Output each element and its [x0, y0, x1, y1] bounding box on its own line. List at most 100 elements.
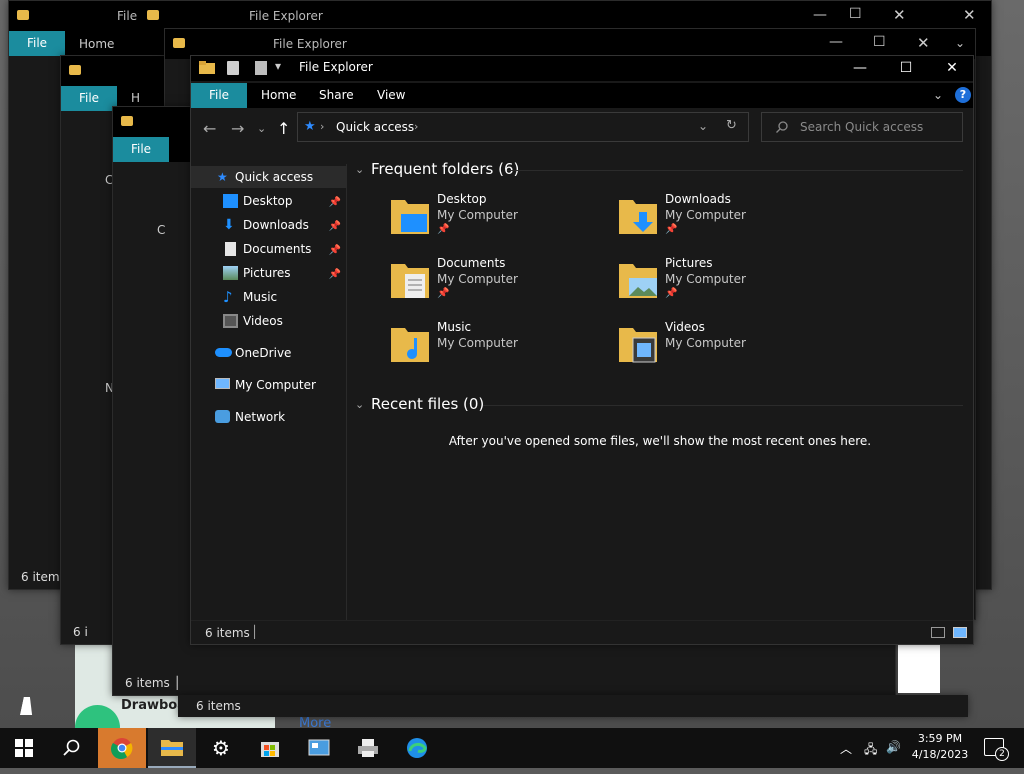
maximize-button[interactable]: ☐ — [883, 56, 929, 81]
nav-label: Music — [243, 290, 278, 304]
minimize-icon[interactable]: — — [813, 7, 827, 23]
pin-icon[interactable]: 📌 — [329, 216, 341, 238]
pin-icon[interactable]: 📌 — [329, 264, 341, 286]
ribbon: File Home Share View ⌄ ? — [191, 83, 973, 108]
chrome-taskbar-button[interactable] — [98, 728, 146, 768]
star-icon: ★ — [217, 170, 228, 184]
pin-icon[interactable]: 📌 — [329, 240, 341, 262]
back-button[interactable]: ← — [203, 119, 216, 138]
new-folder-icon[interactable] — [255, 61, 267, 75]
maximize-icon[interactable]: ☐ — [849, 6, 862, 22]
folder-tile-documents[interactable]: Documents My Computer 📌 — [391, 256, 611, 312]
chevron-down-icon[interactable]: ⌄ — [698, 119, 708, 133]
window-title-fragment: File — [117, 9, 138, 23]
recent-locations-chevron-icon[interactable]: ⌄ — [257, 122, 266, 135]
tab-file[interactable]: File — [191, 83, 247, 108]
network-status-icon[interactable]: 🖧 — [864, 740, 877, 761]
desktop-folder-icon — [391, 200, 429, 234]
address-bar[interactable]: ★ › Quick access › ⌄ ↻ — [297, 112, 749, 142]
nav-network[interactable]: Network — [191, 406, 347, 428]
search-button[interactable] — [48, 728, 96, 768]
maximize-icon[interactable]: ☐ — [873, 34, 886, 50]
nav-onedrive[interactable]: OneDrive — [191, 342, 347, 364]
folder-name: Documents — [437, 256, 506, 270]
folder-tile-videos[interactable]: Videos My Computer — [619, 320, 839, 376]
tab-home[interactable]: Home — [261, 83, 296, 108]
printer-taskbar-button[interactable] — [344, 728, 392, 768]
folder-name: Downloads — [665, 192, 731, 206]
clock-time: 3:59 PM — [917, 732, 963, 745]
close-button[interactable]: ✕ — [929, 56, 973, 81]
control-panel-taskbar-button[interactable] — [295, 728, 343, 768]
folder-icon — [17, 10, 29, 20]
volume-icon[interactable]: 🔊 — [886, 740, 901, 754]
navigation-pane: ★ Quick access Desktop 📌 ⬇ Downloads 📌 D… — [191, 164, 347, 620]
folder-tile-music[interactable]: Music My Computer — [391, 320, 611, 376]
collapse-chevron-icon[interactable]: ⌄ — [355, 163, 364, 176]
up-button[interactable]: ↑ — [277, 119, 290, 138]
recent-files-heading[interactable]: Recent files (0) — [371, 395, 484, 413]
nav-desktop[interactable]: Desktop 📌 — [191, 190, 347, 212]
minimize-button[interactable]: — — [837, 56, 883, 81]
folder-tile-downloads[interactable]: Downloads My Computer 📌 — [619, 192, 839, 248]
minimize-icon[interactable]: — — [829, 34, 843, 50]
file-tab[interactable]: File — [61, 86, 117, 111]
search-input[interactable]: Search Quick access — [800, 120, 923, 134]
show-hidden-icons-chevron-icon[interactable]: ︿ — [840, 740, 852, 757]
folder-tile-desktop[interactable]: Desktop My Computer 📌 — [391, 192, 611, 248]
folder-location: My Computer — [665, 208, 746, 222]
pin-icon[interactable]: 📌 — [329, 192, 341, 214]
chevron-down-icon[interactable]: ⌄ — [933, 83, 943, 108]
chevron-down-icon[interactable]: ▾ — [275, 59, 281, 73]
pin-icon[interactable]: 📌 — [437, 224, 449, 235]
frequent-folders-heading[interactable]: Frequent folders (6) — [371, 160, 519, 178]
tab-view[interactable]: View — [377, 83, 405, 108]
pin-icon[interactable]: 📌 — [437, 288, 449, 299]
file-tab[interactable]: File — [9, 31, 65, 56]
forward-button[interactable]: → — [231, 119, 244, 138]
file-tab[interactable]: File — [113, 137, 169, 162]
file-explorer-window[interactable]: ▾ File Explorer — ☐ ✕ File Home Share Vi… — [190, 55, 974, 645]
address-text: Quick access — [336, 120, 415, 134]
divider — [483, 405, 963, 406]
clock[interactable]: 3:59 PM 4/18/2023 — [908, 731, 972, 763]
help-icon[interactable]: ? — [955, 87, 971, 103]
start-button[interactable] — [0, 728, 48, 768]
nav-videos[interactable]: Videos — [191, 310, 347, 332]
properties-icon[interactable] — [227, 61, 239, 75]
details-view-icon[interactable] — [931, 627, 945, 638]
close-icon[interactable]: ✕ — [893, 6, 906, 24]
folder-tile-pictures[interactable]: Pictures My Computer 📌 — [619, 256, 839, 312]
file-explorer-taskbar-button[interactable] — [148, 728, 196, 768]
settings-taskbar-button[interactable]: ⚙ — [197, 728, 245, 768]
chrome-icon — [111, 738, 133, 759]
title-bar[interactable]: ▾ File Explorer — ☐ ✕ — [191, 56, 973, 81]
home-tab-fragment[interactable]: H — [131, 91, 140, 105]
nav-pictures[interactable]: Pictures 📌 — [191, 262, 347, 284]
collapse-chevron-icon[interactable]: ⌄ — [355, 398, 364, 411]
address-row: ← → ⌄ ↑ ★ › Quick access › ⌄ ↻ Search Qu… — [191, 108, 973, 146]
nav-music[interactable]: ♪ Music — [191, 286, 347, 308]
home-tab[interactable]: Home — [79, 37, 114, 51]
store-taskbar-button[interactable] — [246, 728, 294, 768]
large-icons-view-icon[interactable] — [953, 627, 967, 638]
search-box[interactable]: Search Quick access — [761, 112, 963, 142]
chevron-down-icon[interactable]: ⌄ — [955, 36, 965, 50]
notifications-icon[interactable]: 2 — [984, 738, 1009, 761]
chevron-right-icon[interactable]: › — [414, 120, 418, 133]
window-title: File Explorer — [299, 60, 373, 74]
close-icon[interactable]: ✕ — [917, 34, 930, 52]
music-icon: ♪ — [223, 288, 233, 306]
close-icon[interactable]: ✕ — [963, 6, 976, 24]
nav-my-computer[interactable]: My Computer — [191, 374, 347, 396]
tab-share[interactable]: Share — [319, 83, 354, 108]
nav-label: Videos — [243, 314, 283, 328]
edge-taskbar-button[interactable] — [393, 728, 441, 768]
nav-quick-access[interactable]: ★ Quick access — [191, 166, 347, 188]
pin-icon[interactable]: 📌 — [665, 288, 677, 299]
nav-documents[interactable]: Documents 📌 — [191, 238, 347, 260]
nav-downloads[interactable]: ⬇ Downloads 📌 — [191, 214, 347, 236]
refresh-icon[interactable]: ↻ — [726, 118, 737, 133]
pin-icon[interactable]: 📌 — [665, 224, 677, 235]
documents-folder-icon — [391, 264, 429, 298]
